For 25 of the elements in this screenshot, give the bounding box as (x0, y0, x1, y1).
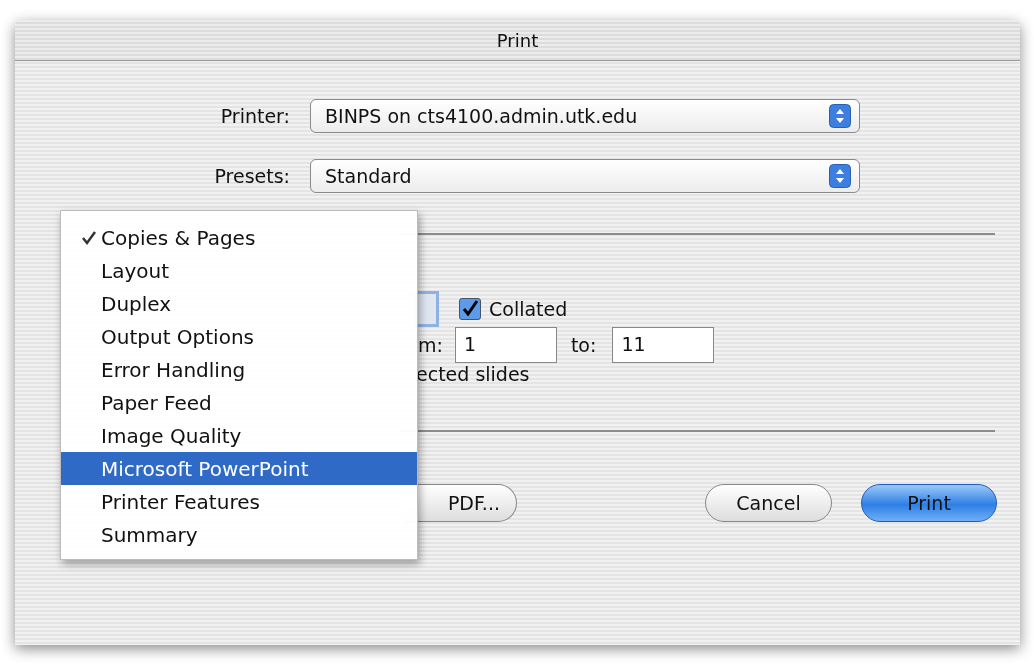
from-field[interactable]: 1 (454, 327, 557, 363)
to-label: to: (570, 334, 597, 356)
presets-label: Presets: (213, 165, 290, 187)
dropdown-arrows-icon (829, 103, 851, 129)
menu-item[interactable]: Output Options (61, 320, 417, 353)
menu-item[interactable]: Error Handling (61, 353, 417, 386)
menu-item[interactable]: Layout (61, 254, 417, 287)
menu-item[interactable]: Microsoft PowerPoint (61, 452, 417, 485)
collated-checkbox[interactable]: Collated (459, 298, 568, 320)
to-field[interactable]: 11 (612, 327, 715, 363)
print-button[interactable]: Print (861, 484, 997, 522)
menu-item[interactable]: Copies & Pages (61, 221, 417, 254)
checkmark-icon (81, 229, 97, 246)
cancel-button[interactable]: Cancel (705, 484, 832, 522)
from-label: m: (418, 334, 443, 356)
printer-label: Printer: (219, 105, 290, 127)
menu-item[interactable]: Paper Feed (61, 386, 417, 419)
presets-dropdown[interactable]: Standard (310, 159, 860, 193)
checkmark-icon (460, 299, 480, 319)
printer-dropdown[interactable]: BINPS on cts4100.admin.utk.edu (310, 99, 860, 133)
dropdown-arrows-icon (829, 163, 851, 189)
menu-item[interactable]: Image Quality (61, 419, 417, 452)
selected-slides-label: ected slides (416, 363, 530, 385)
menu-item[interactable]: Duplex (61, 287, 417, 320)
window-title: Print (496, 29, 539, 51)
